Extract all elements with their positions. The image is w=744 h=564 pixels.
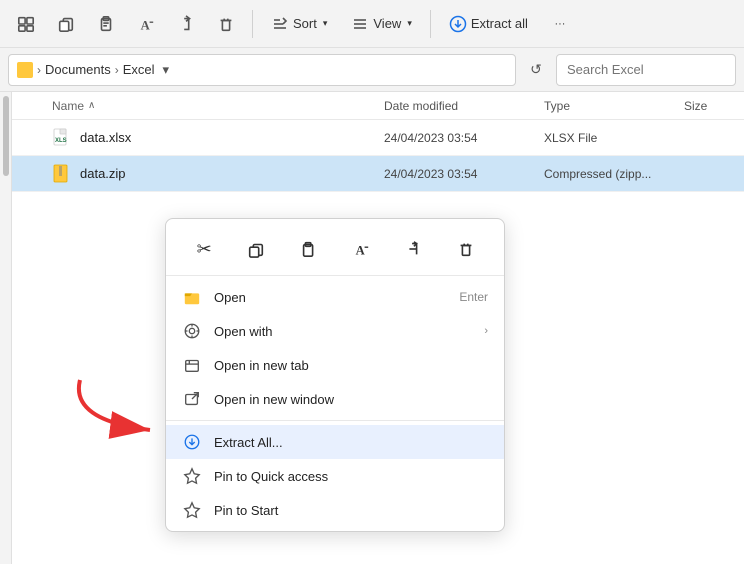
view-chevron: ▾ — [407, 18, 412, 29]
ctx-open-label: Open — [214, 290, 447, 305]
ctx-newwindow-icon — [182, 389, 202, 409]
folder-icon — [17, 62, 33, 78]
view-label: View — [373, 16, 401, 31]
ctx-open-newtab[interactable]: Open in new tab — [166, 348, 504, 382]
ctx-openwith-arrow: › — [484, 325, 488, 337]
file-name-xlsx: data.xlsx — [80, 130, 384, 145]
view-btn[interactable]: View ▾ — [341, 4, 421, 44]
file-date-xlsx: 24/04/2023 03:54 — [384, 131, 544, 145]
ctx-copy-icon-btn[interactable] — [238, 231, 274, 267]
breadcrumb-dropdown[interactable]: ▾ — [163, 62, 170, 78]
scrollbar-thumb[interactable] — [3, 96, 9, 176]
more-btn[interactable]: ··· — [542, 4, 578, 44]
sort-btn[interactable]: Sort ▾ — [261, 4, 337, 44]
col-header-size: Size — [684, 99, 744, 113]
breadcrumb-sep-2: › — [115, 63, 119, 77]
svg-text:XLS: XLS — [55, 138, 67, 144]
ctx-pinstart-icon — [182, 500, 202, 520]
search-input[interactable] — [556, 54, 736, 86]
breadcrumb-excel: Excel — [123, 62, 155, 77]
ctx-openwith-icon — [182, 321, 202, 341]
address-bar: › Documents › Excel ▾ ↺ — [0, 48, 744, 92]
more-label: ··· — [554, 18, 565, 30]
ctx-pinstart-label: Pin to Start — [214, 503, 488, 518]
breadcrumb[interactable]: › Documents › Excel ▾ — [8, 54, 516, 86]
sidebar-scroll — [0, 92, 12, 564]
ctx-pin-quick[interactable]: Pin to Quick access — [166, 459, 504, 493]
ctx-openwith-label: Open with — [214, 324, 472, 339]
ctx-rename-btn[interactable]: A — [343, 231, 379, 267]
ctx-newwindow-label: Open in new window — [214, 392, 488, 407]
ctx-open[interactable]: Open Enter — [166, 280, 504, 314]
ctx-icon-bar: ✂ A — [166, 223, 504, 276]
svg-text:A: A — [141, 18, 150, 32]
ctx-extract-label: Extract All... — [214, 435, 488, 450]
ctx-open-newwindow[interactable]: Open in new window — [166, 382, 504, 416]
clipboard-btn[interactable] — [88, 4, 124, 44]
sort-arrow-name: ∧ — [88, 100, 95, 111]
ctx-delete-btn[interactable] — [448, 231, 484, 267]
ctx-open-with[interactable]: Open with › — [166, 314, 504, 348]
nav-back-btn[interactable] — [8, 4, 44, 44]
file-row-xlsx[interactable]: XLS data.xlsx 24/04/2023 03:54 XLSX File — [12, 120, 744, 156]
sort-chevron: ▾ — [323, 18, 328, 29]
extract-label: Extract all — [471, 16, 528, 31]
zip-file-icon — [52, 164, 72, 184]
context-menu: ✂ A — [165, 218, 505, 532]
col-header-date: Date modified — [384, 99, 544, 113]
file-date-zip: 24/04/2023 03:54 — [384, 167, 544, 181]
ctx-extract-icon — [182, 432, 202, 452]
ctx-newtab-label: Open in new tab — [214, 358, 488, 373]
file-type-zip: Compressed (zipp... — [544, 167, 684, 181]
ctx-share-btn[interactable] — [395, 231, 431, 267]
ctx-newtab-icon — [182, 355, 202, 375]
svg-text:A: A — [356, 243, 365, 257]
breadcrumb-sep-1: › — [37, 63, 41, 77]
col-header-name: Name ∧ — [52, 99, 384, 113]
delete-btn[interactable] — [208, 4, 244, 44]
ctx-cut-btn[interactable]: ✂ — [186, 231, 222, 267]
separator-2 — [430, 10, 431, 38]
ctx-pinquick-label: Pin to Quick access — [214, 469, 488, 484]
file-list-header: Name ∧ Date modified Type Size — [12, 92, 744, 120]
refresh-btn[interactable]: ↺ — [522, 56, 550, 84]
ctx-pinquick-icon — [182, 466, 202, 486]
ctx-open-shortcut: Enter — [459, 290, 488, 304]
toolbar: A Sort ▾ View ▾ — [0, 0, 744, 48]
ctx-divider-1 — [166, 420, 504, 421]
ctx-extract-all[interactable]: Extract All... — [166, 425, 504, 459]
sort-label: Sort — [293, 16, 317, 31]
xlsx-file-icon: XLS — [52, 128, 72, 148]
copy-btn[interactable] — [48, 4, 84, 44]
separator-1 — [252, 10, 253, 38]
file-type-xlsx: XLSX File — [544, 131, 684, 145]
font-btn[interactable]: A — [128, 4, 164, 44]
ctx-pin-start[interactable]: Pin to Start — [166, 493, 504, 527]
share-btn[interactable] — [168, 4, 204, 44]
ctx-paste-shortcut-btn[interactable] — [291, 231, 327, 267]
file-row-zip[interactable]: data.zip 24/04/2023 03:54 Compressed (zi… — [12, 156, 744, 192]
col-header-type: Type — [544, 99, 684, 113]
file-name-zip: data.zip — [80, 166, 384, 181]
ctx-open-icon — [182, 287, 202, 307]
extract-all-btn[interactable]: Extract all — [439, 4, 538, 44]
breadcrumb-documents: Documents — [45, 62, 111, 77]
